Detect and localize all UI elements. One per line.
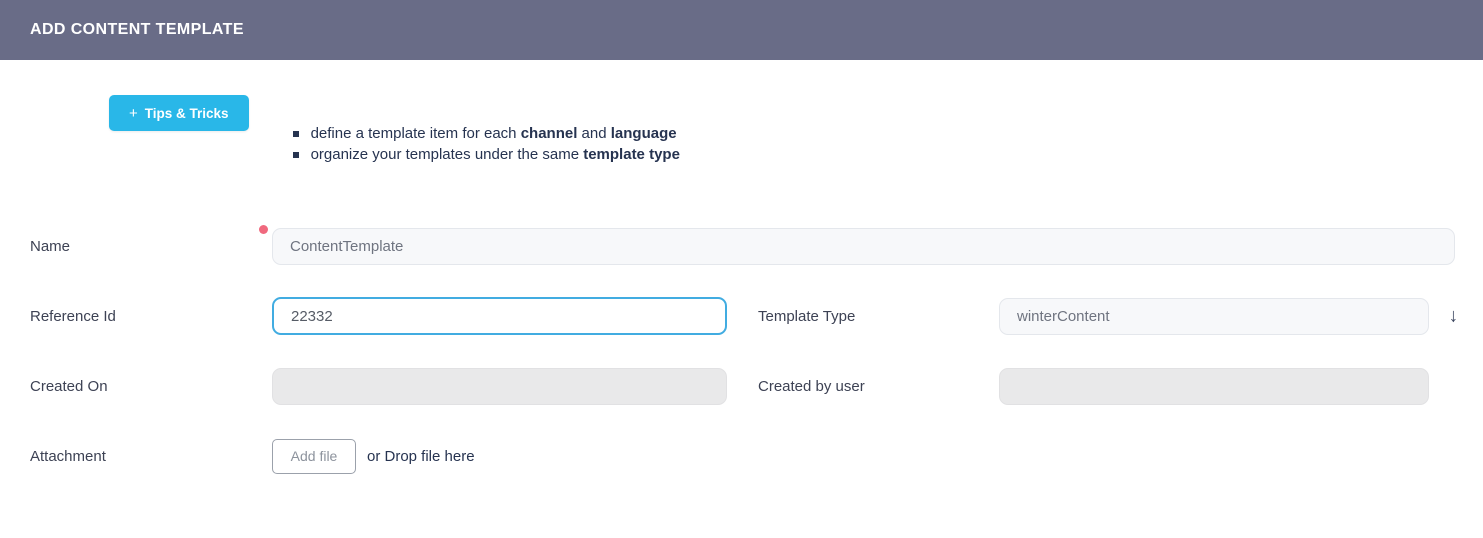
bullet-square-icon — [293, 152, 299, 158]
page-header: ADD CONTENT TEMPLATE — [0, 0, 1483, 60]
created-by-user-field — [999, 368, 1429, 405]
created-on-label: Created On — [30, 378, 272, 395]
reference-id-label: Reference Id — [30, 308, 272, 325]
tips-tricks-button[interactable]: + Tips & Tricks — [109, 95, 249, 131]
tips-list-item: define a template item for each channel … — [293, 123, 680, 144]
page-title: ADD CONTENT TEMPLATE — [30, 21, 244, 39]
name-input[interactable] — [272, 228, 1455, 265]
template-type-input[interactable] — [999, 298, 1429, 335]
tips-list: define a template item for each channel … — [293, 123, 680, 165]
plus-icon: + — [129, 105, 138, 122]
drop-file-hint: or Drop file here — [367, 448, 475, 465]
created-row: Created On Created by user — [0, 367, 1483, 405]
created-on-field — [272, 368, 727, 405]
attachment-row: Attachment Add file or Drop file here — [0, 437, 1483, 475]
tip-text-segment: and — [577, 125, 610, 142]
reference-id-input[interactable] — [272, 297, 727, 335]
tip-text: organize your templates under the same t… — [311, 144, 680, 165]
created-on-input — [272, 368, 727, 405]
tips-list-item: organize your templates under the same t… — [293, 144, 680, 165]
tip-text-segment: define a template item for each — [311, 125, 521, 142]
page: ADD CONTENT TEMPLATE + Tips & Tricks def… — [0, 0, 1483, 475]
dropdown-arrow-icon[interactable]: ↓ — [1449, 307, 1459, 326]
content-template-form: Name Reference Id Template Type ↓ Crea — [0, 227, 1483, 475]
required-indicator — [259, 225, 268, 234]
reference-id-field — [272, 297, 727, 335]
add-file-button[interactable]: Add file — [272, 439, 356, 474]
content: + Tips & Tricks define a template item f… — [0, 95, 1483, 475]
tip-text-bold: template type — [583, 146, 680, 163]
name-row: Name — [0, 227, 1483, 265]
name-label: Name — [30, 238, 272, 255]
tip-text-segment: organize your templates under the same — [311, 146, 584, 163]
template-type-field: ↓ — [999, 298, 1429, 335]
bullet-square-icon — [293, 131, 299, 137]
attachment-field: Add file or Drop file here — [272, 439, 727, 474]
tips-section: + Tips & Tricks define a template item f… — [0, 95, 1483, 165]
name-field — [272, 228, 1455, 265]
tips-tricks-label: Tips & Tricks — [145, 106, 229, 121]
attachment-label: Attachment — [30, 448, 272, 465]
template-type-label: Template Type — [758, 308, 999, 325]
created-by-user-input — [999, 368, 1429, 405]
created-by-user-label: Created by user — [758, 378, 999, 395]
tip-text-bold: channel — [521, 125, 578, 142]
tip-text-bold: language — [611, 125, 677, 142]
reference-template-row: Reference Id Template Type ↓ — [0, 297, 1483, 335]
tip-text: define a template item for each channel … — [311, 123, 677, 144]
